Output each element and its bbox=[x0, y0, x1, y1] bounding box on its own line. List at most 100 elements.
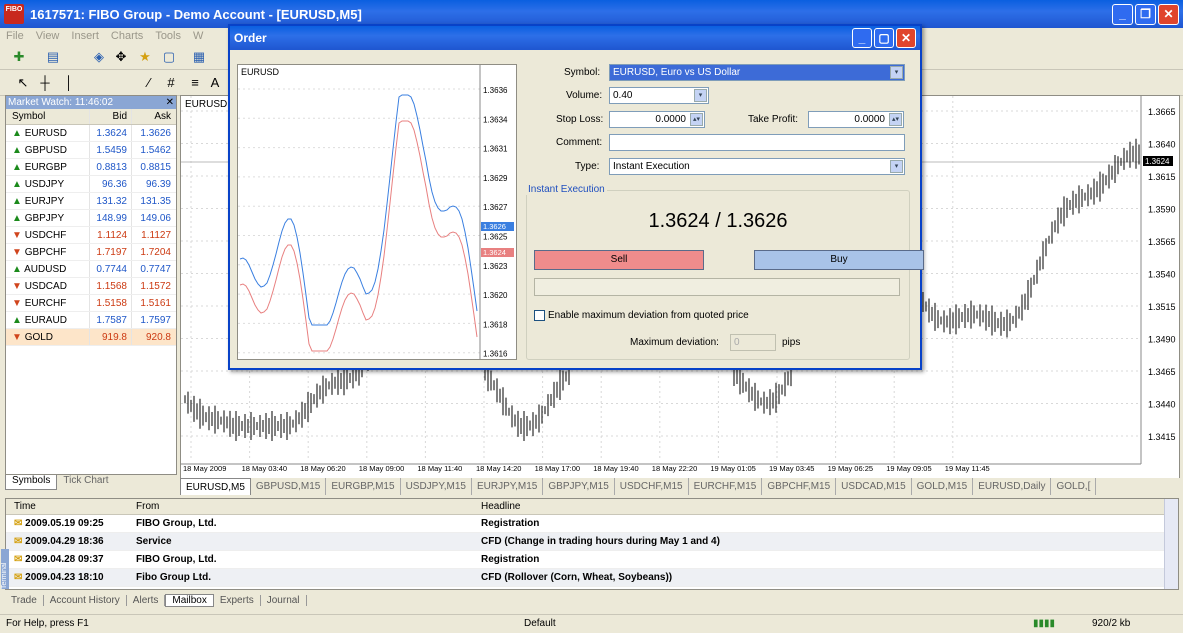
market-watch-row[interactable]: ▲ GBPJPY 148.99 149.06 bbox=[6, 210, 176, 227]
chart-tab[interactable]: EURCHF,M15 bbox=[689, 478, 763, 495]
deviation-checkbox[interactable] bbox=[534, 310, 545, 321]
market-watch-row[interactable]: ▲ EURUSD 1.3624 1.3626 bbox=[6, 125, 176, 142]
restore-button[interactable]: ❐ bbox=[1135, 4, 1156, 25]
chart-tab[interactable]: GBPUSD,M15 bbox=[251, 478, 327, 495]
terminal-tab[interactable]: Alerts bbox=[127, 595, 166, 606]
dialog-maximize-button[interactable]: ▢ bbox=[874, 28, 894, 48]
chart-tab[interactable]: GOLD,[ bbox=[1051, 478, 1097, 495]
market-watch-row[interactable]: ▼ EURCHF 1.5158 1.5161 bbox=[6, 295, 176, 312]
terminal-tab[interactable]: Experts bbox=[214, 595, 261, 606]
navigator-icon[interactable]: ✥ bbox=[112, 48, 130, 66]
col-from[interactable]: From bbox=[136, 499, 481, 514]
menu-tools[interactable]: Tools bbox=[155, 30, 181, 42]
sell-button[interactable]: Sell bbox=[534, 250, 704, 270]
symbol-select[interactable]: EURUSD, Euro vs US Dollar ▾ bbox=[609, 64, 905, 81]
mailbox-row[interactable]: ✉ 2009.05.19 09:25 FIBO Group, Ltd. Regist… bbox=[6, 515, 1178, 533]
market-watch-row[interactable]: ▼ USDCAD 1.1568 1.1572 bbox=[6, 278, 176, 295]
channel-icon[interactable]: # bbox=[162, 74, 180, 92]
stop-loss-spinner-icon[interactable]: ▴▾ bbox=[690, 113, 703, 126]
chart-tab[interactable]: GBPCHF,M15 bbox=[762, 478, 837, 495]
vertical-line-icon[interactable]: │ bbox=[60, 74, 78, 92]
market-watch-row[interactable]: ▲ EURAUD 1.7587 1.7597 bbox=[6, 312, 176, 329]
row-from: FIBO Group, Ltd. bbox=[136, 518, 217, 529]
row-headline: Registration bbox=[481, 554, 540, 565]
terminal-header: Time From Headline bbox=[6, 499, 1178, 515]
row-symbol: EURGBP bbox=[24, 162, 67, 173]
menu-window[interactable]: W bbox=[193, 30, 203, 42]
chart-tab[interactable]: EURJPY,M15 bbox=[472, 478, 544, 495]
volume-dropdown-icon[interactable]: ▾ bbox=[694, 89, 707, 102]
tab-tick-chart[interactable]: Tick Chart bbox=[57, 475, 114, 490]
market-watch-row[interactable]: ▲ USDJPY 96.36 96.39 bbox=[6, 176, 176, 193]
row-ask: 920.8 bbox=[131, 329, 175, 345]
trendline-icon[interactable]: ⁄ bbox=[140, 74, 158, 92]
terminal-scrollbar[interactable] bbox=[1164, 499, 1178, 589]
terminal-tab[interactable]: Account History bbox=[44, 595, 127, 606]
crosshair-icon[interactable]: ┼ bbox=[36, 74, 54, 92]
chart-tab[interactable]: USDJPY,M15 bbox=[401, 478, 472, 495]
terminal-tab[interactable]: Journal bbox=[261, 595, 307, 606]
new-order-icon[interactable]: ✚ bbox=[10, 48, 28, 66]
col-symbol[interactable]: Symbol bbox=[6, 109, 89, 124]
comment-input[interactable] bbox=[609, 134, 905, 151]
col-time[interactable]: Time bbox=[6, 499, 136, 514]
ask-line bbox=[239, 94, 478, 326]
fibo-icon[interactable]: ≡ bbox=[186, 74, 204, 92]
stop-loss-input[interactable]: 0.0000 ▴▾ bbox=[609, 111, 705, 128]
row-symbol: GBPJPY bbox=[24, 213, 65, 224]
row-bid: 1.1568 bbox=[89, 278, 131, 294]
chart-tab[interactable]: EURUSD,Daily bbox=[973, 478, 1052, 495]
market-watch-row[interactable]: ▲ GBPUSD 1.5459 1.5462 bbox=[6, 142, 176, 159]
data-window-icon[interactable]: ▦ bbox=[190, 48, 208, 66]
symbol-dropdown-icon[interactable]: ▾ bbox=[890, 66, 903, 79]
menu-file[interactable]: File bbox=[6, 30, 24, 42]
row-symbol: EURUSD bbox=[24, 128, 67, 139]
pips-label: pips bbox=[782, 337, 801, 348]
terminal-tab[interactable]: Mailbox bbox=[165, 594, 214, 607]
terminal-icon[interactable]: ▢ bbox=[160, 48, 178, 66]
text-tool-icon[interactable]: A bbox=[206, 74, 224, 92]
volume-select[interactable]: 0.40 ▾ bbox=[609, 87, 709, 104]
market-watch-row[interactable]: ▼ USDCHF 1.1124 1.1127 bbox=[6, 227, 176, 244]
row-ask: 131.35 bbox=[131, 193, 175, 209]
menu-charts[interactable]: Charts bbox=[111, 30, 143, 42]
market-watch-icon[interactable]: ◈ bbox=[90, 48, 108, 66]
market-watch-row[interactable]: ▲ EURGBP 0.8813 0.8815 bbox=[6, 159, 176, 176]
favorites-icon[interactable]: ★ bbox=[136, 48, 154, 66]
chart-tab[interactable]: GBPJPY,M15 bbox=[543, 478, 615, 495]
type-select[interactable]: Instant Execution ▾ bbox=[609, 158, 905, 175]
minimize-button[interactable]: _ bbox=[1112, 4, 1133, 25]
close-button[interactable]: ✕ bbox=[1158, 4, 1179, 25]
menu-view[interactable]: View bbox=[36, 30, 60, 42]
market-watch-row[interactable]: ▲ AUDUSD 0.7744 0.7747 bbox=[6, 261, 176, 278]
chart-tab[interactable]: USDCAD,M15 bbox=[836, 478, 912, 495]
market-watch-row[interactable]: ▼ GBPCHF 1.7197 1.7204 bbox=[6, 244, 176, 261]
arrow-up-icon: ▲ bbox=[12, 264, 22, 275]
dialog-minimize-button[interactable]: _ bbox=[852, 28, 872, 48]
chart-tab[interactable]: USDCHF,M15 bbox=[615, 478, 689, 495]
col-ask[interactable]: Ask bbox=[131, 109, 175, 124]
profiles-icon[interactable]: ▤ bbox=[44, 48, 62, 66]
x-tick-label: 18 May 17:00 bbox=[535, 464, 580, 473]
market-watch-row[interactable]: ▼ GOLD 919.8 920.8 bbox=[6, 329, 176, 346]
col-bid[interactable]: Bid bbox=[89, 109, 131, 124]
take-profit-spinner-icon[interactable]: ▴▾ bbox=[889, 113, 902, 126]
buy-button[interactable]: Buy bbox=[754, 250, 924, 270]
deviation-input[interactable]: 0 bbox=[730, 334, 776, 351]
menu-insert[interactable]: Insert bbox=[71, 30, 99, 42]
chart-tab[interactable]: EURGBP,M15 bbox=[326, 478, 401, 495]
dialog-close-button[interactable]: ✕ bbox=[896, 28, 916, 48]
type-dropdown-icon[interactable]: ▾ bbox=[890, 160, 903, 173]
mailbox-row[interactable]: ✉ 2009.04.28 09:37 FIBO Group, Ltd. Regist… bbox=[6, 551, 1178, 569]
cursor-icon[interactable]: ↖ bbox=[14, 74, 32, 92]
tab-symbols[interactable]: Symbols bbox=[5, 475, 58, 490]
chart-tab[interactable]: GOLD,M15 bbox=[912, 478, 974, 495]
terminal-tab[interactable]: Trade bbox=[5, 595, 44, 606]
mailbox-row[interactable]: ✉ 2009.04.23 18:10 Fibo Group Ltd. CFD (Ro… bbox=[6, 569, 1178, 587]
market-watch-row[interactable]: ▲ EURJPY 131.32 131.35 bbox=[6, 193, 176, 210]
col-headline[interactable]: Headline bbox=[481, 499, 1178, 514]
mailbox-row[interactable]: ✉ 2009.04.29 18:36 Service CFD (Change in … bbox=[6, 533, 1178, 551]
market-watch-close-icon[interactable]: ✕ bbox=[166, 96, 174, 109]
chart-tab[interactable]: EURUSD,M5 bbox=[180, 478, 251, 495]
take-profit-input[interactable]: 0.0000 ▴▾ bbox=[808, 111, 904, 128]
